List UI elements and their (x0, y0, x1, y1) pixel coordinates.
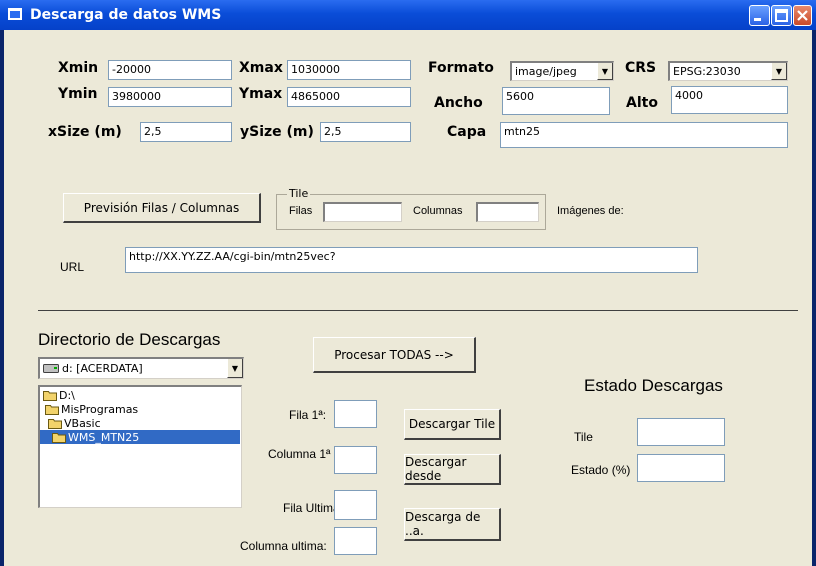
tile-frame-label: Tile (287, 187, 311, 200)
drive-value: d: [ACERDATA] (62, 362, 143, 375)
folder-item-d-root[interactable]: D:\ (43, 388, 75, 402)
formato-select[interactable]: image/jpeg ▼ (510, 61, 614, 81)
alto-label: Alto (626, 95, 658, 111)
folder-label: D:\ (59, 388, 75, 402)
ymin-label: Ymin (58, 86, 98, 102)
ancho-field[interactable]: 5600 (502, 87, 610, 115)
descargar-tile-button[interactable]: Descargar Tile (404, 409, 501, 440)
crs-select[interactable]: EPSG:23030 ▼ (668, 61, 788, 81)
xmax-field[interactable]: 1030000 (287, 60, 411, 80)
ymin-field[interactable]: 3980000 (108, 87, 232, 107)
folder-label: VBasic (64, 416, 101, 430)
procesar-todas-button[interactable]: Procesar TODAS --> (313, 337, 476, 373)
maximize-button[interactable] (771, 5, 792, 26)
folder-label: WMS_MTN25 (68, 430, 140, 444)
status-tile-label: Tile (574, 430, 593, 444)
close-icon (797, 10, 808, 21)
capa-field[interactable]: mtn25 (500, 122, 788, 148)
columna1-label: Columna 1ª (268, 447, 331, 461)
folder-label: MisProgramas (61, 402, 139, 416)
columna1-field[interactable] (334, 446, 377, 474)
alto-field[interactable]: 4000 (671, 86, 788, 114)
formato-label: Formato (428, 60, 494, 76)
open-folder-icon (43, 390, 57, 401)
crs-label: CRS (625, 60, 657, 76)
columna-ultima-field[interactable] (334, 527, 377, 555)
title-bar[interactable]: Descarga de datos WMS (0, 0, 816, 30)
directory-title: Directorio de Descargas (38, 330, 221, 349)
directory-list[interactable]: D:\ MisProgramas VBasic WMS_MTN25 (38, 385, 242, 508)
ysize-field[interactable]: 2,5 (320, 122, 411, 142)
filas-field[interactable] (323, 202, 402, 222)
columnas-field[interactable] (476, 202, 539, 222)
formato-value: image/jpeg (515, 65, 577, 78)
drive-select[interactable]: d: [ACERDATA] ▼ (38, 357, 244, 379)
ysize-label: ySize (m) (240, 124, 314, 140)
xsize-label: xSize (m) (48, 124, 122, 140)
descarga-de-a-button[interactable]: Descarga de ..a. (404, 508, 501, 541)
open-folder-icon (45, 404, 59, 415)
fila1-field[interactable] (334, 400, 377, 428)
crs-value: EPSG:23030 (673, 65, 741, 78)
ymax-label: Ymax (239, 86, 283, 102)
folder-item-misprogramas[interactable]: MisProgramas (45, 402, 138, 416)
window-title: Descarga de datos WMS (30, 7, 222, 23)
folder-item-wms-mtn25[interactable]: WMS_MTN25 (40, 430, 240, 444)
imagenes-label: Imágenes de: (557, 205, 624, 217)
status-tile-field[interactable] (637, 418, 725, 446)
url-label: URL (60, 260, 85, 274)
filas-label: Filas (289, 205, 313, 217)
chevron-down-icon[interactable]: ▼ (227, 359, 243, 378)
capa-label: Capa (447, 124, 487, 140)
url-field[interactable]: http://XX.YY.ZZ.AA/cgi-bin/mtn25vec? (125, 247, 698, 273)
prevision-button[interactable]: Previsión Filas / Columnas (63, 193, 261, 223)
xmin-label: Xmin (58, 60, 99, 76)
app-window: Descarga de datos WMS Xmin -20000 Xmax 1… (0, 0, 816, 566)
minimize-icon (754, 18, 761, 21)
xmin-field[interactable]: -20000 (108, 60, 232, 80)
descargar-desde-button[interactable]: Descargar desde (404, 454, 501, 485)
estado-field[interactable] (637, 454, 725, 482)
divider (38, 310, 798, 311)
xsize-field[interactable]: 2,5 (140, 122, 232, 142)
open-folder-icon (48, 418, 62, 429)
drive-icon (43, 364, 59, 373)
columna-ultima-label: Columna ultima: (240, 539, 327, 553)
estado-label: Estado (%) (571, 463, 631, 477)
close-button[interactable] (793, 5, 812, 26)
open-folder-icon (52, 432, 66, 443)
ancho-label: Ancho (434, 95, 483, 111)
fila-ultima-field[interactable] (334, 490, 377, 520)
minimize-button[interactable] (749, 5, 770, 26)
fila1-label: Fila 1ª: (289, 408, 327, 422)
folder-item-vbasic[interactable]: VBasic (48, 416, 101, 430)
chevron-down-icon[interactable]: ▼ (597, 63, 613, 80)
ymax-field[interactable]: 4865000 (287, 87, 411, 107)
chevron-down-icon[interactable]: ▼ (771, 63, 787, 80)
maximize-icon (775, 9, 788, 22)
xmax-label: Xmax (239, 60, 283, 76)
status-title: Estado Descargas (584, 376, 723, 395)
columnas-label: Columnas (413, 205, 463, 217)
app-icon (8, 8, 22, 20)
